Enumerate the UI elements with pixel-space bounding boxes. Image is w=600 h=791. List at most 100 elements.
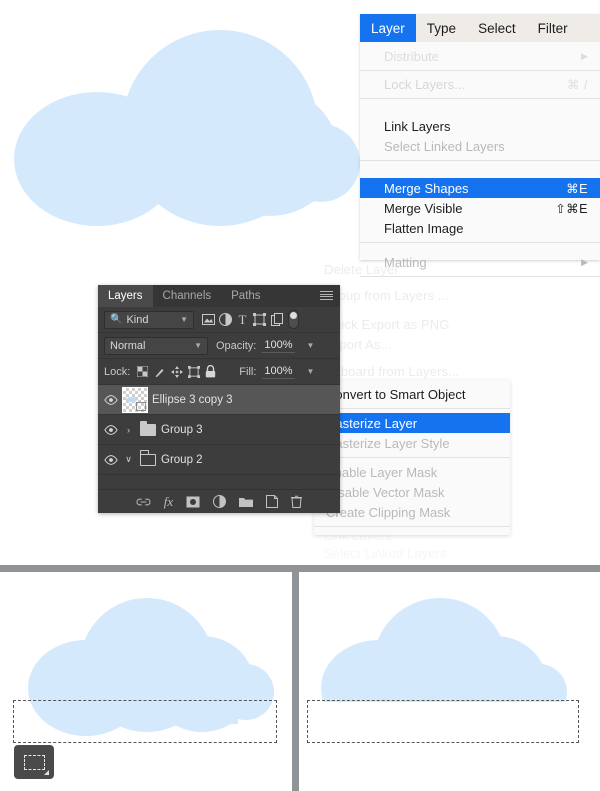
menu-item-merge-shapes[interactable]: Merge Shapes ⌘E bbox=[360, 178, 600, 198]
tab-layers[interactable]: Layers bbox=[98, 285, 153, 307]
lock-row[interactable]: Lock: Fill: 100% ▼ bbox=[98, 359, 340, 385]
layer-filter-row[interactable]: 🔍 Kind ▼ T bbox=[98, 307, 340, 333]
fill-chevron-down-icon[interactable]: ▼ bbox=[301, 367, 315, 376]
menubar-item-layer[interactable]: Layer bbox=[360, 14, 416, 42]
canvas-after-delete bbox=[299, 572, 600, 791]
table-row[interactable]: ∨ Group 2 bbox=[98, 445, 340, 475]
menu-bar[interactable]: Layer Type Select Filter bbox=[360, 14, 600, 42]
layers-panel[interactable]: Layers Channels Paths 🔍 Kind ▼ T Normal … bbox=[98, 285, 340, 513]
lock-transparency-icon[interactable] bbox=[134, 363, 151, 381]
search-icon: 🔍 bbox=[110, 314, 123, 325]
screenshot-root: Delete Layer Group from Layers ... Quick… bbox=[0, 0, 600, 791]
lock-label: Lock: bbox=[104, 365, 131, 378]
menu-item-select-linked-layers: Select Linked Layers bbox=[360, 136, 600, 156]
panel-divider-horizontal bbox=[0, 565, 600, 572]
marquee-selection[interactable] bbox=[307, 700, 579, 743]
context-item-create-clipping-mask: Create Clipping Mask bbox=[326, 504, 451, 520]
layer-thumbnail[interactable] bbox=[122, 386, 148, 413]
lock-all-icon[interactable] bbox=[202, 363, 219, 381]
menu-item-link-layers[interactable]: Link Layers bbox=[360, 116, 600, 136]
chevron-down-icon: ▼ bbox=[180, 315, 188, 324]
context-divider bbox=[314, 453, 510, 462]
blend-mode-row[interactable]: Normal ▼ Opacity: 100% ▼ bbox=[98, 333, 340, 359]
table-row[interactable]: Ellipse 3 copy 3 bbox=[98, 385, 340, 415]
shape-filter-icon[interactable] bbox=[251, 311, 268, 329]
menu-item-label: Flatten Image bbox=[384, 220, 464, 236]
lock-image-icon[interactable] bbox=[151, 363, 168, 381]
chevron-right-icon[interactable]: › bbox=[122, 425, 135, 435]
menu-item-label: Merge Shapes bbox=[384, 180, 469, 196]
rectangular-marquee-tool-badge[interactable] bbox=[14, 745, 54, 779]
menubar-item-type[interactable]: Type bbox=[416, 14, 467, 42]
pixel-filter-icon[interactable] bbox=[200, 311, 217, 329]
menu-divider bbox=[360, 156, 600, 178]
menu-item-merge-visible[interactable]: Merge Visible ⇧⌘E bbox=[360, 198, 600, 218]
filter-kind-dropdown[interactable]: 🔍 Kind ▼ bbox=[104, 310, 194, 329]
panel-divider-vertical bbox=[292, 565, 299, 791]
ghost-item: Group from Layers ... bbox=[324, 288, 449, 303]
tool-flyout-arrow-icon bbox=[44, 770, 49, 775]
menu-item-flatten-image[interactable]: Flatten Image bbox=[360, 218, 600, 238]
new-adjustment-layer-icon[interactable] bbox=[213, 495, 227, 508]
new-layer-icon[interactable] bbox=[266, 495, 279, 508]
layer-context-menu[interactable]: Convert to Smart Object Rasterize Layer … bbox=[314, 380, 510, 535]
layer-style-fx-icon[interactable]: fx bbox=[164, 494, 173, 510]
layer-dropdown-menu[interactable]: Layer Type Select Filter Distribute ▶ Lo… bbox=[360, 14, 600, 277]
menu-divider bbox=[360, 66, 600, 74]
fill-value[interactable]: 100% bbox=[262, 365, 295, 379]
menu-item-label: Lock Layers... bbox=[384, 76, 465, 92]
vector-mask-indicator-icon bbox=[136, 401, 146, 411]
menu-divider bbox=[360, 238, 600, 252]
menu-item-label: Distribute bbox=[384, 48, 439, 64]
opacity-value[interactable]: 100% bbox=[262, 339, 295, 353]
menu-item-shortcut: ⌘E bbox=[566, 181, 588, 196]
add-layer-mask-icon[interactable] bbox=[186, 496, 200, 508]
menubar-item-select[interactable]: Select bbox=[467, 14, 527, 42]
submenu-arrow-icon: ▶ bbox=[581, 256, 588, 267]
menu-item-label: Select Linked Layers bbox=[384, 138, 505, 154]
menu-item-matting: Matting ▶ bbox=[360, 252, 600, 272]
panel-tab-bar[interactable]: Layers Channels Paths bbox=[98, 285, 340, 307]
opacity-label: Opacity: bbox=[216, 339, 257, 352]
layer-visibility-icon[interactable] bbox=[100, 424, 122, 435]
layer-name[interactable]: Group 2 bbox=[161, 454, 203, 466]
context-item-rasterize-layer[interactable]: Rasterize Layer bbox=[314, 413, 510, 433]
filter-enable-toggle[interactable] bbox=[288, 310, 299, 329]
ghost-item: Select Linked Layers bbox=[324, 546, 447, 561]
chevron-down-icon: ▼ bbox=[194, 341, 202, 350]
menu-divider bbox=[360, 272, 600, 286]
delete-layer-icon[interactable] bbox=[291, 495, 303, 508]
menu-item-label: Link Layers bbox=[384, 118, 451, 134]
blend-mode-dropdown[interactable]: Normal ▼ bbox=[104, 336, 208, 355]
menu-item-label: Merge Visible bbox=[384, 200, 463, 216]
group-folder-icon bbox=[140, 420, 156, 436]
panel-menu-icon[interactable] bbox=[320, 291, 333, 300]
layer-visibility-icon[interactable] bbox=[100, 394, 122, 405]
table-row[interactable]: › Group 3 bbox=[98, 415, 340, 445]
layer-visibility-icon[interactable] bbox=[100, 454, 122, 465]
menu-item-lock-layers: Lock Layers... ⌘ / bbox=[360, 74, 600, 94]
opacity-chevron-down-icon[interactable]: ▼ bbox=[301, 341, 315, 350]
cloud-clip-region bbox=[299, 572, 600, 702]
layer-name[interactable]: Group 3 bbox=[161, 424, 203, 436]
tab-paths[interactable]: Paths bbox=[221, 285, 270, 307]
link-layers-icon[interactable] bbox=[136, 498, 151, 506]
tab-channels[interactable]: Channels bbox=[153, 285, 222, 307]
menu-divider bbox=[360, 94, 600, 116]
context-item-convert-to-smart-object[interactable]: Convert to Smart Object bbox=[314, 384, 510, 404]
new-group-icon[interactable] bbox=[239, 496, 254, 508]
chevron-down-icon[interactable]: ∨ bbox=[122, 454, 135, 465]
cloud-shape-cut bbox=[321, 598, 567, 702]
layers-panel-footer[interactable]: fx bbox=[98, 489, 340, 513]
type-filter-icon[interactable]: T bbox=[234, 311, 251, 329]
menubar-item-filter[interactable]: Filter bbox=[527, 14, 579, 42]
ghost-item: Artboard from Layers... bbox=[324, 364, 460, 379]
fill-label: Fill: bbox=[239, 365, 257, 378]
layer-name[interactable]: Ellipse 3 copy 3 bbox=[152, 394, 233, 406]
marquee-selection[interactable] bbox=[13, 700, 277, 743]
lock-artboard-icon[interactable] bbox=[185, 363, 202, 381]
lock-position-icon[interactable] bbox=[168, 363, 185, 381]
adjustment-filter-icon[interactable] bbox=[217, 311, 234, 329]
blend-mode-value: Normal bbox=[110, 339, 146, 352]
smart-object-filter-icon[interactable] bbox=[268, 311, 285, 329]
